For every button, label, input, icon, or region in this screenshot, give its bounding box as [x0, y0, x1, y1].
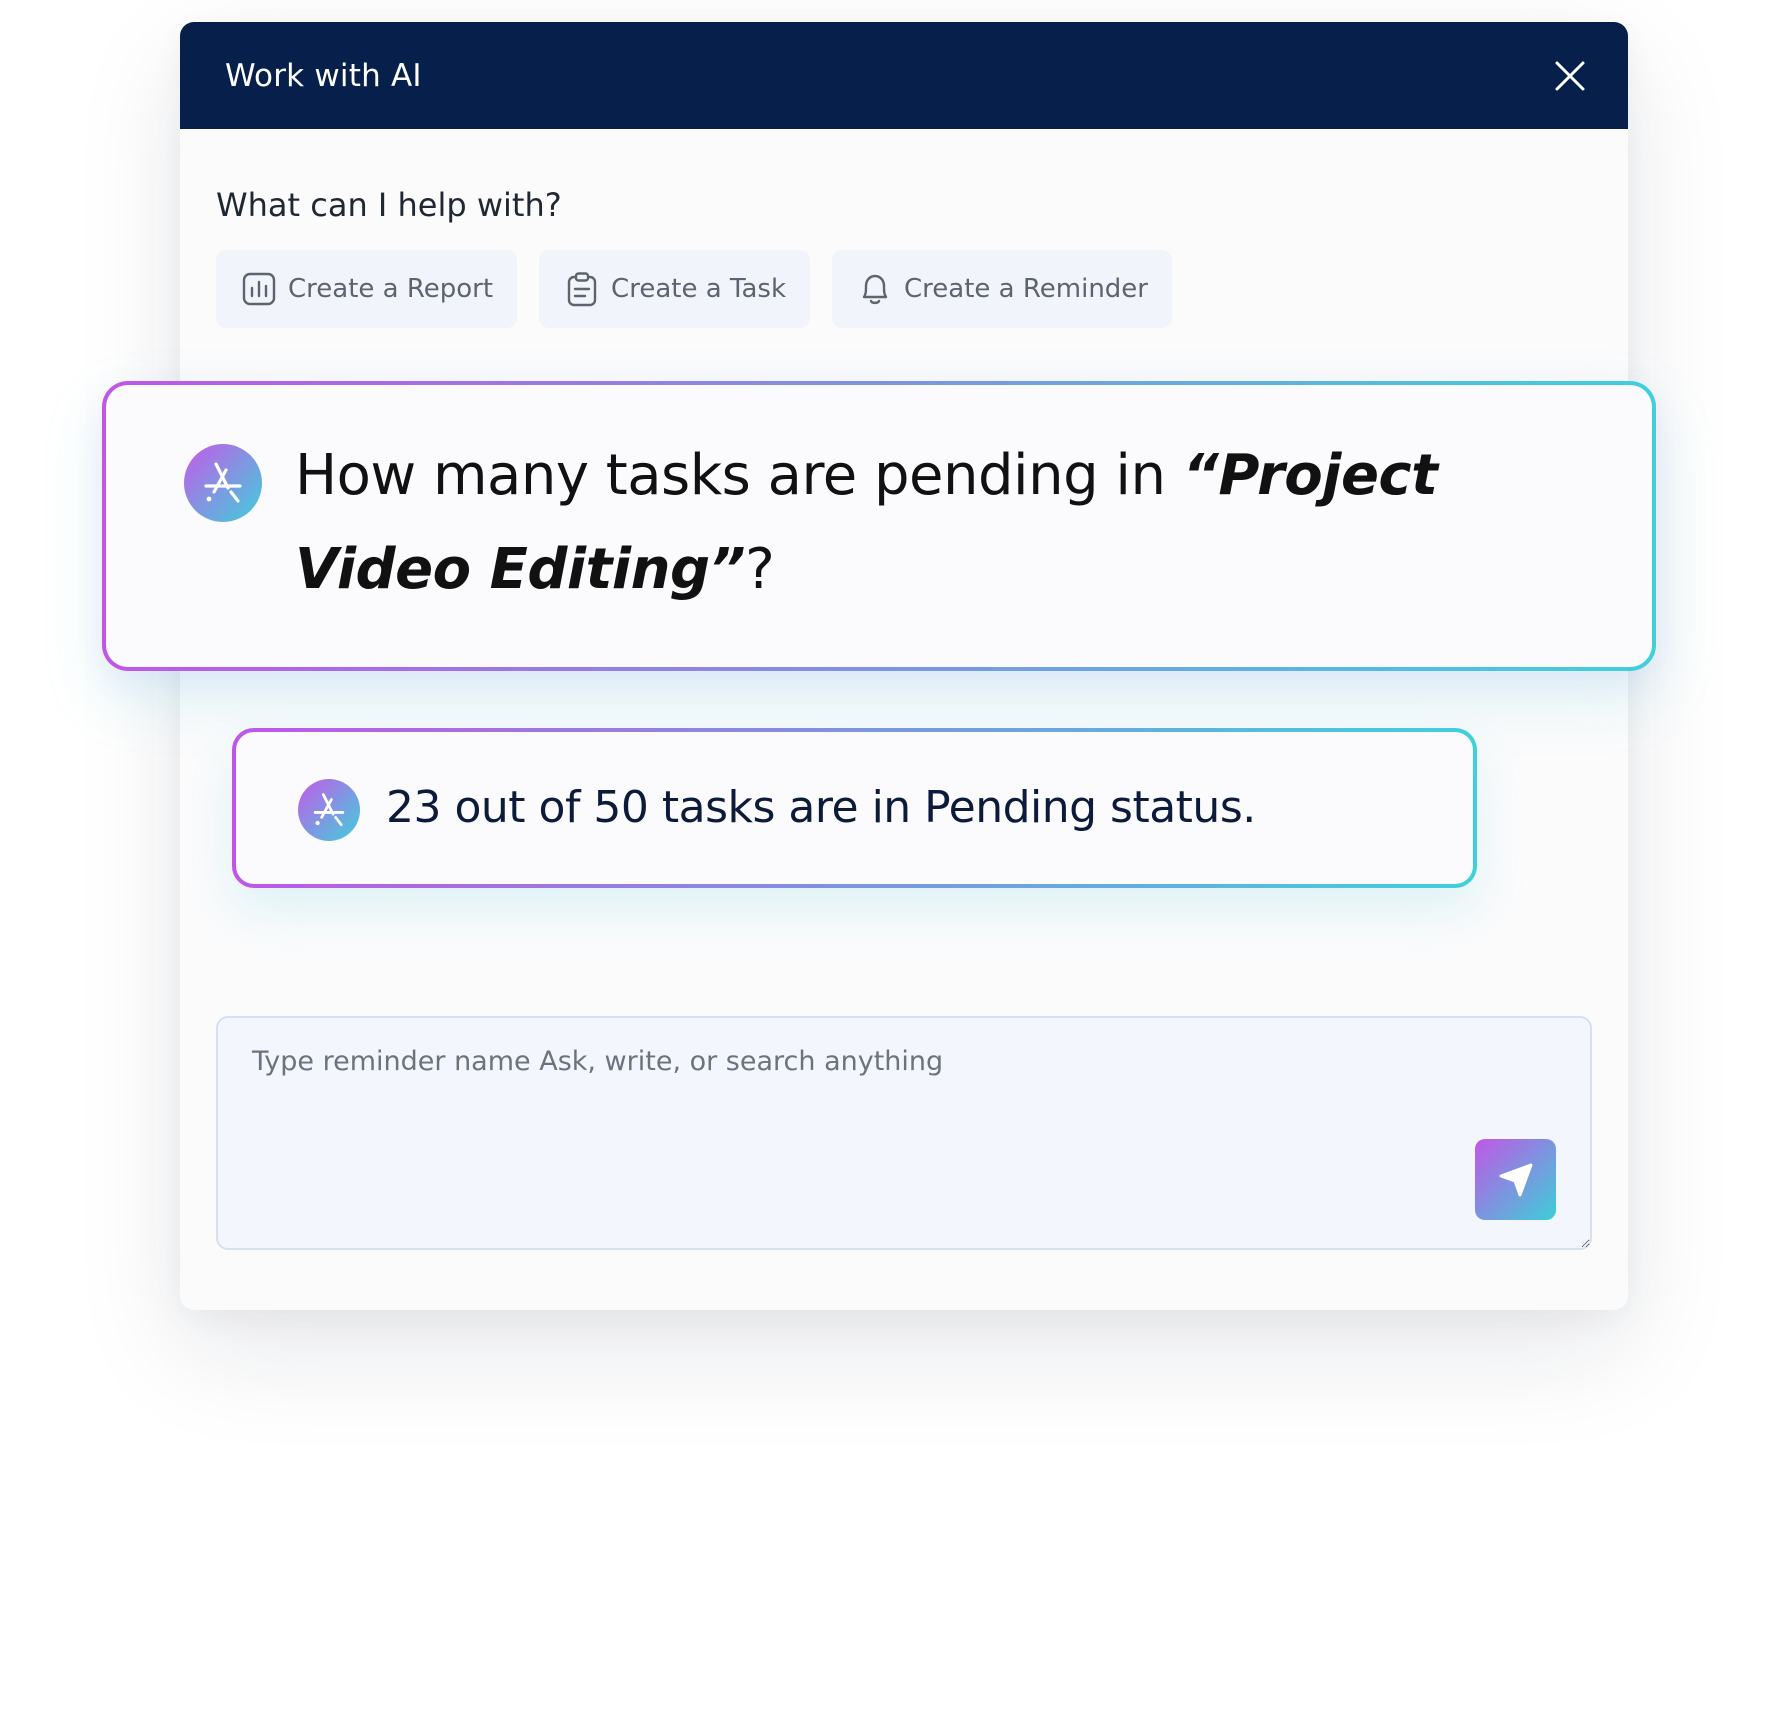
question-prefix: How many tasks are pending in — [295, 443, 1183, 508]
help-heading: What can I help with? — [216, 186, 562, 224]
create-report-label: Create a Report — [288, 274, 494, 304]
ai-answer-bubble: 23 out of 50 tasks are in Pending status… — [232, 728, 1477, 888]
ai-logo-icon — [298, 779, 360, 841]
dialog-header: Work with AI — [180, 22, 1628, 129]
close-icon — [1555, 61, 1585, 90]
clipboard-icon — [563, 270, 601, 308]
create-task-button[interactable]: Create a Task — [539, 250, 811, 328]
ai-answer-text: 23 out of 50 tasks are in Pending status… — [386, 782, 1256, 833]
create-task-label: Create a Task — [611, 274, 787, 304]
create-reminder-button[interactable]: Create a Reminder — [832, 250, 1172, 328]
create-reminder-label: Create a Reminder — [904, 274, 1148, 304]
bell-icon — [856, 270, 894, 308]
dialog-title: Work with AI — [225, 57, 422, 94]
send-button[interactable] — [1475, 1139, 1556, 1220]
suggestion-chips: Create a Report Create a Task Create a R… — [216, 250, 1172, 328]
prompt-input[interactable] — [218, 1018, 1590, 1248]
user-question-bubble: How many tasks are pending in “Project V… — [102, 381, 1656, 671]
question-suffix: ? — [745, 537, 775, 602]
stage: Work with AI What can I help with? Creat… — [0, 0, 1766, 1715]
ai-logo-icon — [184, 444, 262, 522]
user-question-text: How many tasks are pending in “Project V… — [295, 429, 1615, 617]
send-icon — [1499, 1163, 1532, 1196]
create-report-button[interactable]: Create a Report — [216, 250, 518, 328]
close-button[interactable] — [1546, 52, 1594, 100]
bar-chart-icon — [240, 270, 278, 308]
composer — [216, 1016, 1592, 1250]
